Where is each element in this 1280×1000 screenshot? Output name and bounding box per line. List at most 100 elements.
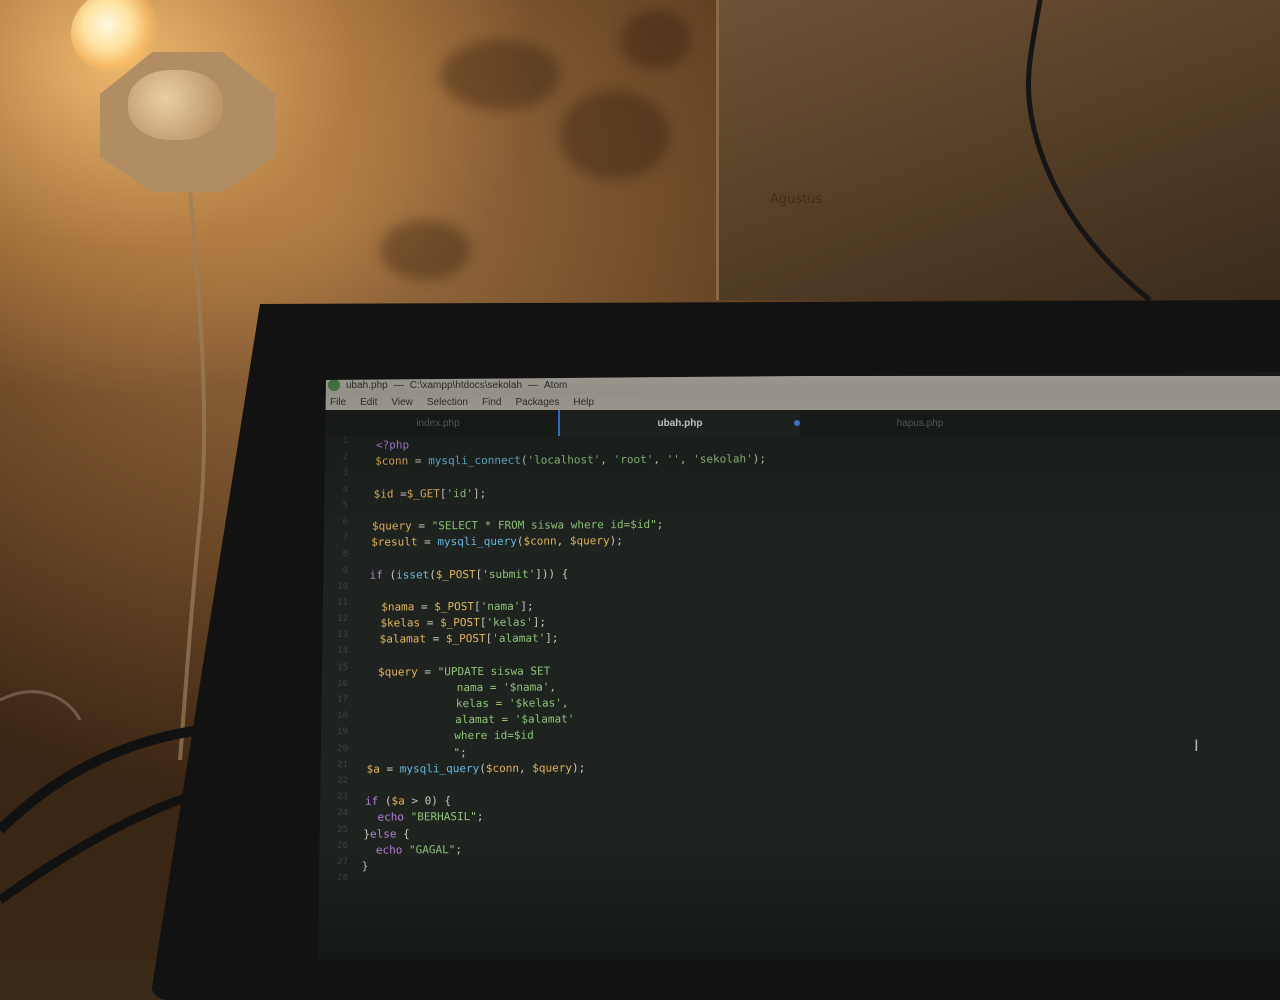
code-token: ]; <box>532 615 547 629</box>
code-token: , <box>679 452 694 466</box>
code-token: $query <box>372 519 412 533</box>
code-token: $_POST <box>434 599 474 614</box>
code-token: ); <box>609 534 623 548</box>
code-token: = <box>414 600 435 614</box>
menu-packages[interactable]: Packages <box>515 397 559 408</box>
code-token: > 0) { <box>404 794 452 808</box>
code-token: $conn <box>523 534 557 548</box>
code-token: = <box>411 519 432 533</box>
code-token: ( <box>479 761 486 775</box>
code-token: $nama <box>381 600 415 614</box>
menu-find[interactable]: Find <box>482 397 501 408</box>
code-token: $_POST <box>445 632 486 646</box>
tab-bar: index.php ubah.php hapus.php <box>318 410 1280 436</box>
code-token: echo <box>375 843 403 857</box>
code-token: ])) { <box>535 566 569 581</box>
code-token: ]; <box>520 599 534 613</box>
code-token: ]; <box>472 486 487 500</box>
code-token: echo <box>377 810 404 824</box>
line-number: 22 <box>337 775 348 786</box>
code-token: 'alamat' <box>492 631 546 646</box>
code-token: $a <box>391 794 405 808</box>
line-number: 18 <box>337 711 348 722</box>
line-number: 26 <box>337 840 348 851</box>
code-token: else <box>370 826 397 841</box>
code-editor[interactable]: 1 2 3 4 5 6 7 8 9 10 11 12 13 14 15 16 17 18 19 20 21 22 23 24 2… <box>318 436 1280 960</box>
menu-selection[interactable]: Selection <box>427 397 468 408</box>
code-token: "UPDATE siswa SET <box>437 664 551 678</box>
laptop-screen: ubah.php — C:\xampp\htdocs\sekolah — Ato… <box>318 372 1280 960</box>
lamp-holder <box>128 70 223 140</box>
code-token: if <box>369 568 383 582</box>
code-token: '' <box>666 452 680 467</box>
code-token: , <box>556 534 570 548</box>
text-cursor-icon: I <box>1194 736 1199 755</box>
code-token: "SELECT * FROM siswa where id=$id" <box>431 517 657 533</box>
code-token: = <box>417 664 438 678</box>
code-token: = <box>417 535 438 549</box>
code-token: $kelas <box>380 616 421 630</box>
code-token: nama = '$nama', <box>364 680 557 695</box>
code-token: $id <box>373 487 394 501</box>
code-token: $query <box>569 534 610 548</box>
code-token: "BERHASIL" <box>410 810 477 824</box>
menu-view[interactable]: View <box>391 397 413 408</box>
title-app: Atom <box>544 379 568 391</box>
tab-index[interactable]: index.php <box>318 410 558 436</box>
code-area[interactable]: <?php $conn = mysqli_connect ( 'localhost',… <box>354 433 1254 892</box>
code-token: ( <box>378 794 392 808</box>
code-token: $result <box>371 535 418 549</box>
tab-ubah[interactable]: ubah.php <box>558 410 800 436</box>
code-token: $conn <box>375 454 409 468</box>
title-separator: — <box>393 379 404 391</box>
tab-label: hapus.php <box>896 417 944 429</box>
code-token: ( <box>382 567 397 582</box>
code-token: , <box>600 453 614 467</box>
menu-edit[interactable]: Edit <box>360 397 377 408</box>
title-separator: — <box>528 379 538 391</box>
menu-file[interactable]: File <box>330 397 346 408</box>
code-token: $alamat <box>379 632 426 646</box>
menu-help[interactable]: Help <box>573 397 594 408</box>
tab-label: index.php <box>416 417 460 429</box>
tab-label: ubah.php <box>657 417 703 429</box>
code-token: 'root' <box>613 453 654 467</box>
code-token: $_POST <box>435 567 476 581</box>
code-token: ( <box>516 534 524 548</box>
line-number: 15 <box>337 662 348 673</box>
code-token: } <box>355 859 369 873</box>
code-token: = <box>408 454 429 468</box>
line-number: 23 <box>337 792 348 803</box>
code-token: alamat = '$alamat' <box>362 712 575 727</box>
code-token: $a <box>366 762 380 776</box>
code-token: , <box>518 761 533 775</box>
menu-bar: File Edit View Selection Find Packages H… <box>318 394 1280 410</box>
code-token: ; <box>455 842 462 856</box>
code-token: mysqli_query <box>437 534 517 549</box>
line-number: 20 <box>337 743 348 754</box>
line-number: 28 <box>337 873 348 884</box>
code-token: ; <box>460 745 467 759</box>
line-number: 27 <box>337 856 348 867</box>
code-token: 'localhost' <box>527 453 601 467</box>
line-number: 16 <box>337 678 348 689</box>
tab-other[interactable] <box>1040 410 1280 436</box>
code-token: 'kelas' <box>486 615 533 630</box>
code-token: if <box>365 794 379 808</box>
code-token: <?php <box>376 438 410 452</box>
code-token: kelas = '$kelas', <box>363 696 569 711</box>
code-token: ]; <box>545 631 559 645</box>
code-token: = <box>426 632 446 646</box>
code-token: mysqli_connect <box>428 453 521 468</box>
atom-icon <box>328 379 340 391</box>
code-token: 'id' <box>446 486 473 500</box>
code-token: $query <box>378 664 418 679</box>
tab-hapus[interactable]: hapus.php <box>800 410 1040 436</box>
code-token: , <box>653 453 667 467</box>
code-token: $_POST <box>440 616 480 630</box>
code-token: $_GET <box>406 486 440 500</box>
